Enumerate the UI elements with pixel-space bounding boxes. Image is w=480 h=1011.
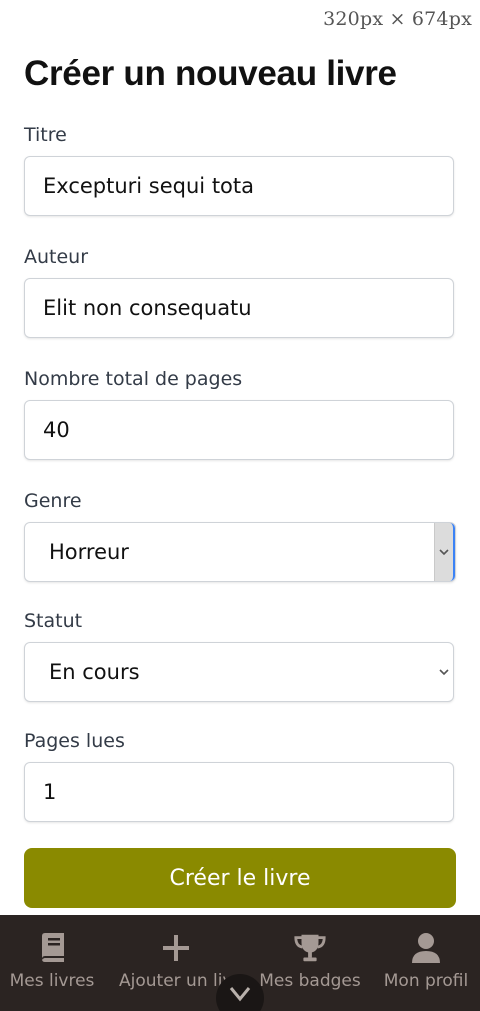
genre-select[interactable]: Horreur	[24, 522, 456, 582]
create-book-button[interactable]: Créer le livre	[24, 848, 456, 908]
user-icon	[409, 931, 443, 965]
viewport-size-readout: 320px × 674px	[323, 8, 472, 30]
trophy-icon	[293, 931, 327, 965]
page-title: Créer un nouveau livre	[24, 54, 397, 93]
nav-label-add-book: Ajouter un livre	[119, 971, 233, 991]
nav-label-my-badges: Mes badges	[259, 971, 361, 991]
nav-label-my-profile: Mon profil	[383, 971, 469, 991]
nav-label-my-books: Mes livres	[9, 971, 95, 991]
pages-read-input[interactable]: 1	[24, 762, 454, 822]
title-label: Titre	[24, 124, 67, 146]
status-select-value: En cours	[49, 660, 140, 684]
total-pages-label: Nombre total de pages	[24, 368, 243, 390]
nav-item-my-badges[interactable]: Mes badges	[256, 915, 364, 1011]
pages-read-label: Pages lues	[24, 730, 125, 752]
chevron-down-icon[interactable]	[434, 523, 455, 581]
author-input[interactable]: Elit non consequatu	[24, 278, 454, 338]
nav-item-my-books[interactable]: Mes livres	[0, 915, 104, 1011]
total-pages-input[interactable]: 40	[24, 400, 454, 460]
create-book-button-label: Créer le livre	[169, 865, 311, 891]
status-select[interactable]: En cours	[24, 642, 454, 702]
book-icon	[35, 931, 69, 965]
status-label: Statut	[24, 610, 83, 632]
nav-item-my-profile[interactable]: Mon profil	[378, 915, 474, 1011]
chevron-down-icon[interactable]	[435, 643, 453, 701]
author-input-value: Elit non consequatu	[43, 296, 252, 320]
title-input[interactable]: Excepturi sequi tota	[24, 156, 454, 216]
pages-read-input-value: 1	[43, 780, 57, 804]
genre-label: Genre	[24, 490, 82, 512]
chevron-down-icon	[229, 986, 251, 1006]
author-label: Auteur	[24, 246, 89, 268]
genre-select-value: Horreur	[49, 540, 129, 564]
title-input-value: Excepturi sequi tota	[43, 174, 255, 198]
plus-icon	[159, 931, 193, 965]
total-pages-input-value: 40	[43, 418, 70, 442]
